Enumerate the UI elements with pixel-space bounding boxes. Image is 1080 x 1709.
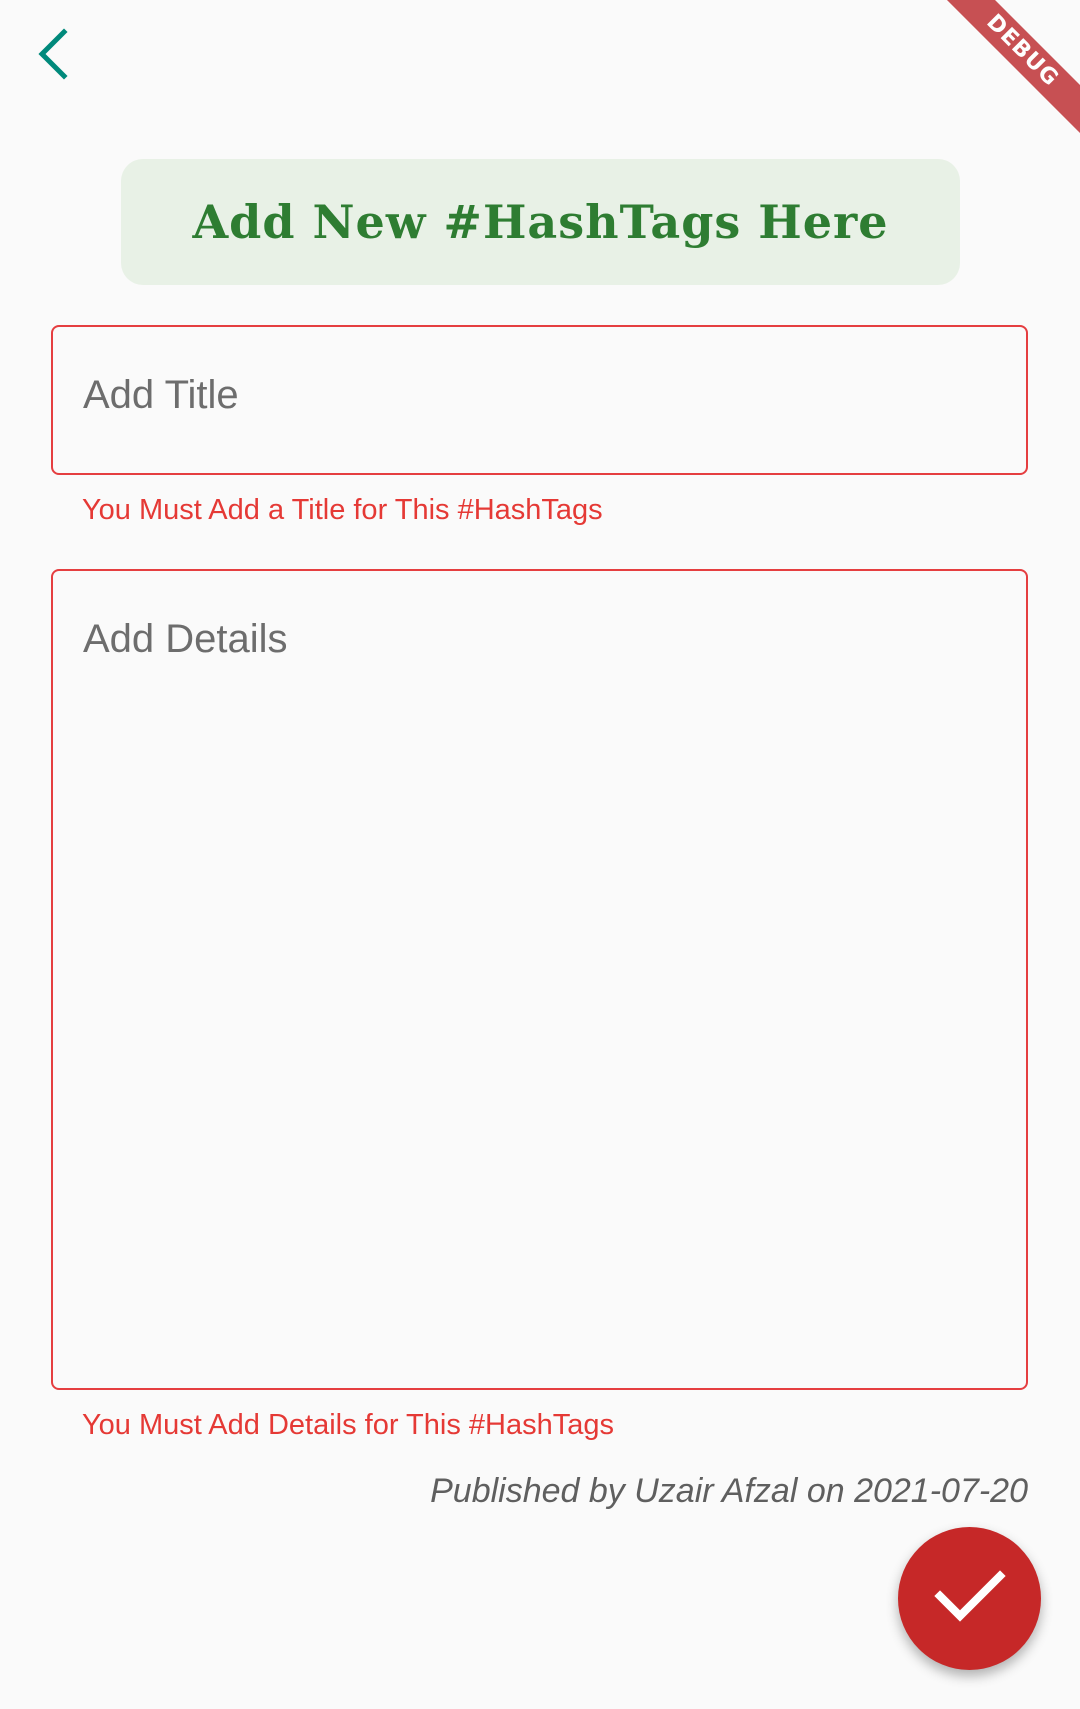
debug-label: DEBUG [940,0,1080,140]
chevron-left-icon [34,26,74,87]
details-error-message: You Must Add Details for This #HashTags [82,1409,614,1441]
details-field-placeholder: Add Details [83,617,288,661]
debug-banner: DEBUG [940,0,1080,140]
published-by-text: Published by Uzair Afzal on 2021-07-20 [430,1472,1028,1510]
details-field[interactable]: Add Details [51,569,1028,1390]
title-field-placeholder: Add Title [83,373,239,417]
save-fab-button[interactable] [898,1527,1041,1670]
title-field[interactable]: Add Title [51,325,1028,475]
title-error-message: You Must Add a Title for This #HashTags [82,494,603,526]
page-title: Add New #HashTags Here [192,195,889,249]
check-icon [933,1566,1006,1631]
back-button[interactable] [18,20,90,92]
header-card: Add New #HashTags Here [121,159,960,285]
